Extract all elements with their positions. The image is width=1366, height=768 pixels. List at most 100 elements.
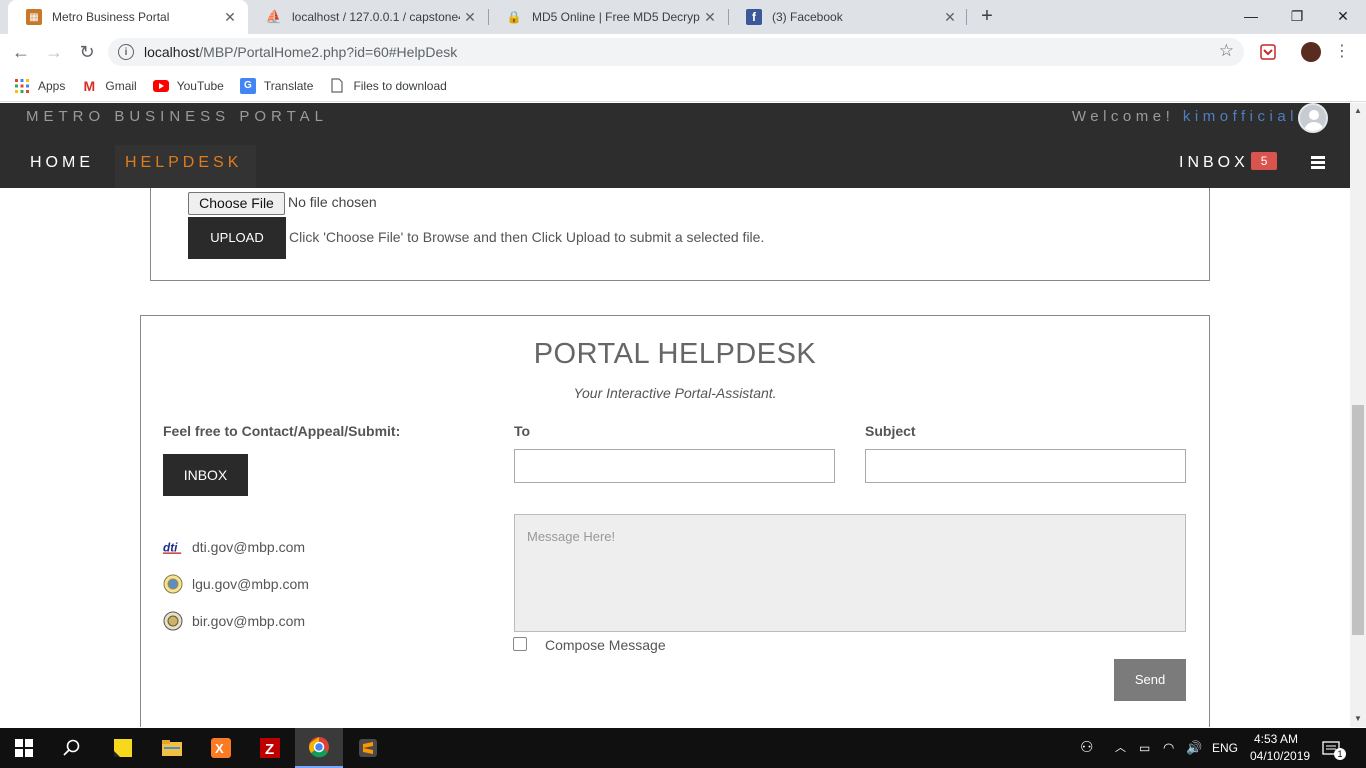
gmail-icon: M (83, 77, 96, 94)
contact-lgu[interactable]: lgu.gov@mbp.com (163, 573, 309, 595)
helpdesk-subtitle: Your Interactive Portal-Assistant. (573, 385, 777, 401)
helpdesk-inbox-button[interactable]: INBOX (163, 454, 248, 496)
nav-inbox[interactable]: INBOX 5 (1179, 145, 1278, 188)
language-indicator[interactable]: ENG (1212, 728, 1238, 768)
user-avatar-icon[interactable] (1298, 103, 1328, 133)
sticky-notes-icon[interactable] (99, 728, 147, 768)
avatar-head (1309, 110, 1319, 120)
reload-icon[interactable]: ↻ (75, 40, 99, 64)
tab-title: (3) Facebook (772, 10, 843, 24)
new-tab-button[interactable]: + (977, 5, 997, 27)
search-icon[interactable] (48, 728, 96, 768)
bookmark-gmail[interactable]: M Gmail (81, 77, 137, 94)
document-icon (329, 78, 345, 94)
bookmark-files-to-download[interactable]: Files to download (329, 78, 447, 94)
contact-email: dti.gov@mbp.com (192, 539, 306, 555)
chrome-taskbar-icon[interactable] (295, 728, 343, 768)
phpmyadmin-favicon: ⛵ (265, 9, 283, 24)
windows-taskbar: X Z ⚇ ︿ ▭ ◠ 🔊 ENG 4:53 AM 04/10/2019 1 (0, 728, 1366, 768)
close-icon[interactable]: ✕ (940, 9, 960, 26)
tab-md5-online[interactable]: 🔒 MD5 Online | Free MD5 Decryption ✕ (488, 0, 728, 34)
nav-inbox-label: INBOX (1179, 154, 1249, 171)
to-label: To (514, 423, 531, 439)
upload-button[interactable]: UPLOAD (188, 217, 286, 259)
bookmark-star-icon[interactable]: ☆ (1219, 41, 1234, 61)
upload-hint: Click 'Choose File' to Browse and then C… (289, 229, 765, 245)
site-info-icon[interactable]: i (118, 44, 134, 60)
address-bar[interactable]: i localhost/MBP/PortalHome2.php?id=60#He… (108, 38, 1244, 66)
message-textarea[interactable]: Message Here! (514, 514, 1186, 632)
to-input[interactable] (514, 449, 835, 483)
username-link[interactable]: kimofficial (1183, 108, 1298, 125)
scroll-up-arrow-icon[interactable]: ▲ (1354, 106, 1362, 115)
lgu-seal-icon (163, 574, 183, 594)
contact-dti[interactable]: dti dti.gov@mbp.com (163, 536, 305, 558)
welcome-prefix: Welcome! (1071, 108, 1183, 125)
youtube-icon (152, 78, 169, 94)
send-button[interactable]: Send (1114, 659, 1186, 701)
xampp-icon[interactable]: X (197, 728, 245, 768)
bookmark-label: Translate (263, 78, 314, 93)
people-icon[interactable]: ⚇ (1080, 728, 1093, 768)
helpdesk-panel: PORTAL HELPDESK Your Interactive Portal-… (140, 315, 1210, 727)
tab-phpmyadmin[interactable]: ⛵ localhost / 127.0.0.1 / capstone42 ✕ (248, 0, 488, 34)
subject-input[interactable] (865, 449, 1186, 483)
bir-seal-icon (163, 611, 183, 631)
tab-facebook[interactable]: f (3) Facebook ✕ (728, 0, 968, 34)
wifi-icon[interactable]: ◠ (1163, 728, 1174, 768)
chrome-menu-icon[interactable]: ⋮ (1330, 40, 1354, 64)
nav-home[interactable]: HOME (30, 145, 94, 188)
inbox-count-badge: 5 (1250, 152, 1278, 170)
action-center-icon[interactable]: 1 (1322, 728, 1346, 768)
svg-text:Z: Z (265, 741, 274, 758)
nav-helpdesk[interactable]: HELPDESK (115, 145, 257, 188)
contact-bir[interactable]: bir.gov@mbp.com (163, 610, 305, 632)
system-clock[interactable]: 4:53 AM 04/10/2019 (1250, 731, 1310, 765)
restore-button[interactable]: ❐ (1274, 4, 1320, 28)
page-scrollbar[interactable]: ▲ ▼ (1350, 103, 1366, 727)
site-brand[interactable]: METRO BUSINESS PORTAL (26, 108, 328, 125)
minimize-button[interactable]: — (1228, 4, 1274, 28)
forward-arrow-icon[interactable]: → (42, 40, 66, 64)
window-close-button[interactable]: ✕ (1320, 4, 1366, 28)
url-host: localhost (144, 44, 200, 60)
volume-icon[interactable]: 🔊 (1186, 728, 1202, 768)
show-hidden-icons-chevron[interactable]: ︿ (1115, 728, 1126, 768)
page-viewport: METRO BUSINESS PORTAL Welcome! kimoffici… (0, 103, 1350, 727)
bookmark-apps[interactable]: Apps (14, 78, 65, 94)
contact-email: bir.gov@mbp.com (192, 613, 306, 629)
choose-file-button[interactable]: Choose File (188, 192, 285, 215)
filezilla-icon[interactable]: Z (246, 728, 294, 768)
close-icon[interactable]: ✕ (460, 9, 480, 26)
bookmark-translate[interactable]: G Translate (239, 77, 314, 94)
tab-title: Metro Business Portal (52, 10, 170, 24)
back-arrow-icon[interactable]: ← (9, 40, 33, 64)
site-header: METRO BUSINESS PORTAL Welcome! kimoffici… (0, 103, 1350, 188)
lock-favicon: 🔒 (506, 10, 522, 24)
close-icon[interactable]: ✕ (220, 9, 240, 26)
url-path: /MBP/PortalHome2.php?id=60#HelpDesk (199, 44, 458, 60)
portal-favicon: ▦ (26, 9, 42, 25)
apps-grid-icon (14, 78, 30, 94)
file-explorer-icon[interactable] (148, 728, 196, 768)
subject-label: Subject (865, 423, 916, 439)
scroll-down-arrow-icon[interactable]: ▼ (1354, 714, 1362, 723)
battery-icon[interactable]: ▭ (1139, 728, 1150, 768)
clock-time: 4:53 AM (1253, 732, 1299, 746)
hamburger-menu-icon[interactable] (1311, 156, 1325, 169)
windows-start-icon[interactable] (0, 728, 48, 768)
svg-text:dti: dti (163, 541, 178, 555)
profile-avatar[interactable] (1301, 42, 1321, 62)
tab-title: MD5 Online | Free MD5 Decryption (532, 10, 700, 24)
close-icon[interactable]: ✕ (700, 9, 720, 26)
sublime-text-icon[interactable] (344, 728, 392, 768)
bookmark-label: Apps (38, 78, 66, 93)
compose-message-checkbox[interactable] (513, 637, 527, 651)
tab-metro-business-portal[interactable]: ▦ Metro Business Portal ✕ (8, 0, 248, 34)
extension-icon[interactable] (1259, 43, 1277, 61)
svg-text:X: X (215, 741, 224, 756)
scrollbar-thumb[interactable] (1352, 405, 1364, 635)
bookmark-label: Gmail (105, 78, 137, 93)
helpdesk-title: PORTAL HELPDESK (533, 338, 817, 370)
bookmark-youtube[interactable]: YouTube (152, 78, 224, 94)
